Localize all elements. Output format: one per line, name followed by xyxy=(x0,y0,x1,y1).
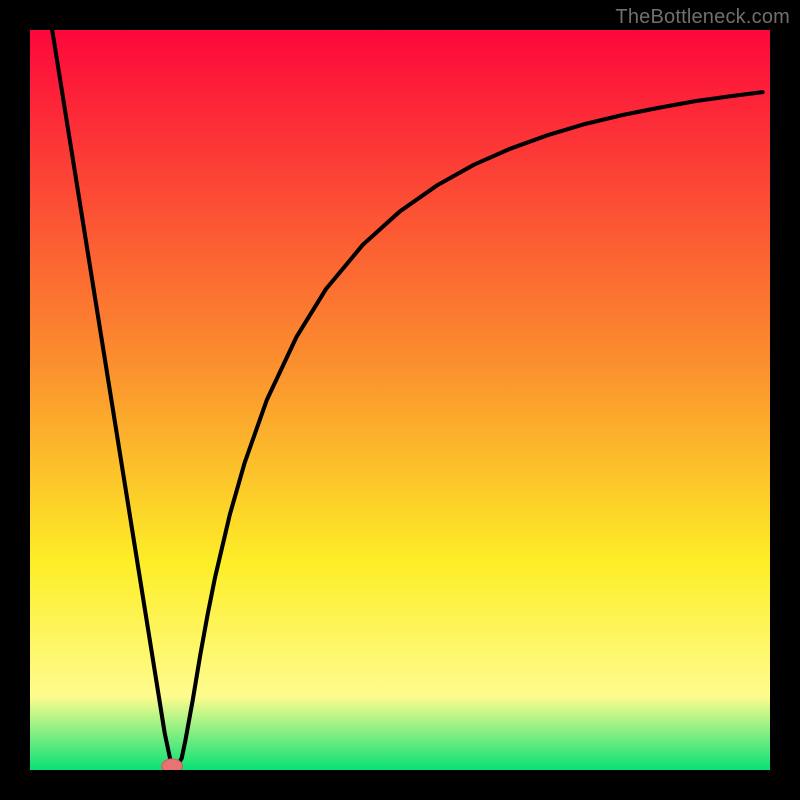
gradient-background xyxy=(30,30,770,770)
chart-frame: TheBottleneck.com xyxy=(0,0,800,800)
attribution-text: TheBottleneck.com xyxy=(615,6,790,29)
bottleneck-curve-plot xyxy=(30,30,770,770)
minimum-marker xyxy=(162,759,183,770)
